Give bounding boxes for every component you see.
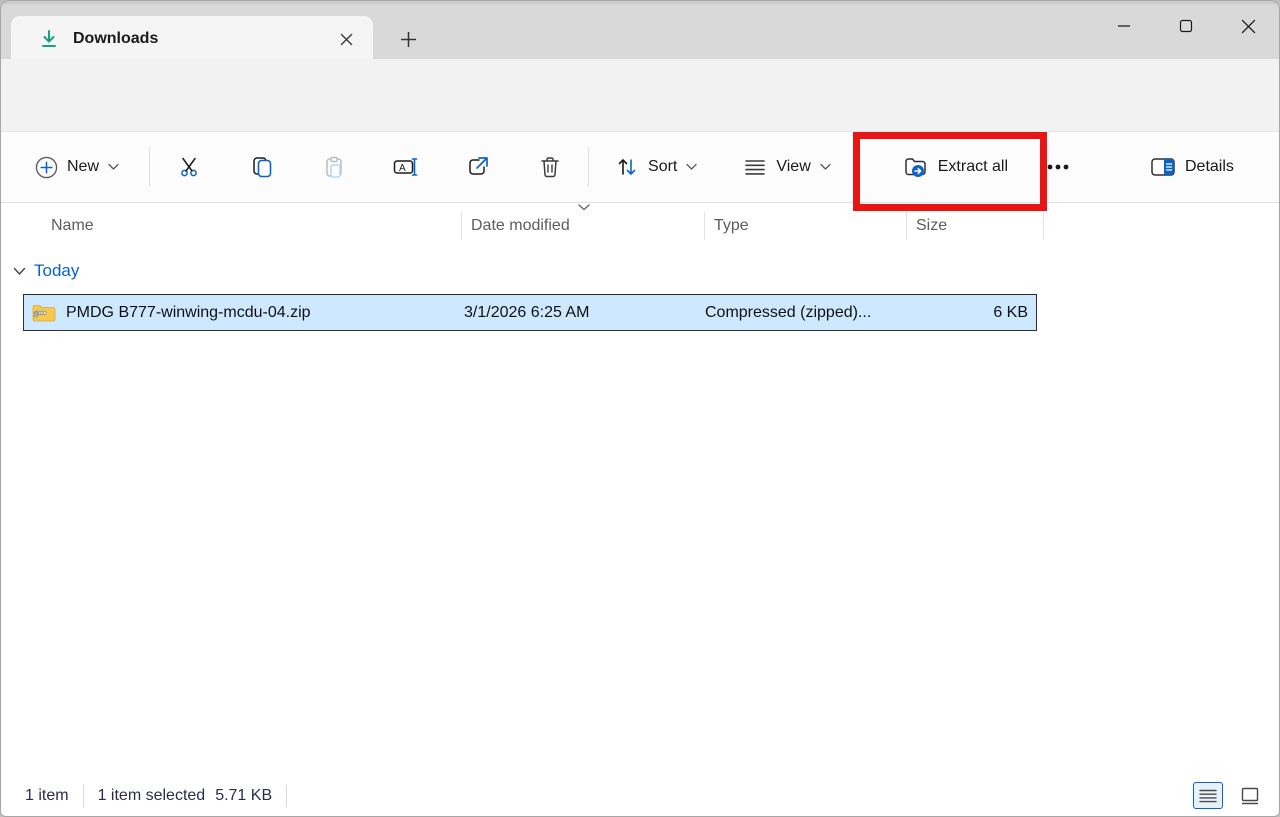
title-bar: Downloads [1, 1, 1279, 59]
delete-button[interactable] [526, 143, 574, 191]
sort-icon [615, 155, 639, 179]
extract-all-button-label: Extract all [938, 158, 1008, 176]
view-list-icon [743, 155, 767, 179]
see-more-button[interactable] [1034, 143, 1082, 191]
column-header-type[interactable]: Type [714, 203, 749, 249]
column-header-date-modified[interactable]: Date modified [471, 203, 570, 249]
chevron-down-icon [108, 163, 119, 171]
view-button-label: View [776, 158, 810, 176]
group-header-today[interactable]: Today [13, 261, 79, 281]
sort-button-label: Sort [648, 158, 677, 176]
file-date-modified: 3/1/2026 6:25 AM [462, 304, 705, 322]
rename-button[interactable]: A [382, 143, 430, 191]
chevron-down-icon[interactable] [13, 267, 26, 276]
toolbar-divider [149, 147, 150, 187]
svg-text:A: A [399, 163, 406, 174]
selection-count: 1 item selected [98, 787, 206, 805]
plus-circle-icon [35, 156, 58, 179]
status-bar: 1 item 1 item selected 5.71 KB [1, 776, 1279, 816]
file-list: Today PMDG B777-winwing-mcdu-04.zip 3/1/… [1, 249, 1279, 779]
download-icon [39, 29, 59, 49]
maximize-button[interactable] [1155, 4, 1217, 48]
column-divider[interactable] [906, 212, 907, 240]
details-pane-icon [1150, 156, 1176, 178]
large-icons-view-toggle[interactable] [1235, 782, 1265, 809]
file-name: PMDG B777-winwing-mcdu-04.zip [66, 304, 311, 322]
group-label[interactable]: Today [34, 261, 79, 281]
window-caption-controls [1093, 4, 1279, 48]
column-header-row: Name Date modified Type Size [1, 203, 1279, 249]
tab-close-button[interactable] [331, 24, 361, 54]
file-type: Compressed (zipped)... [705, 304, 907, 322]
file-size: 6 KB [907, 304, 1036, 322]
extract-all-folder-icon [903, 155, 929, 179]
column-divider[interactable] [1043, 212, 1044, 240]
share-button[interactable] [454, 143, 502, 191]
new-tab-button[interactable] [389, 22, 427, 56]
navigation-bar: Downloads [1, 59, 1279, 131]
column-divider[interactable] [461, 212, 462, 240]
details-view-toggle[interactable] [1193, 782, 1223, 809]
paste-button[interactable] [310, 143, 358, 191]
command-toolbar: New A Sort [1, 131, 1279, 203]
close-window-button[interactable] [1217, 4, 1279, 48]
column-header-name[interactable]: Name [51, 203, 94, 249]
status-divider [286, 785, 287, 807]
toolbar-divider [588, 147, 589, 187]
tab-downloads[interactable]: Downloads [11, 16, 373, 62]
copy-button[interactable] [238, 143, 286, 191]
minimize-button[interactable] [1093, 4, 1155, 48]
sort-ascending-indicator-icon [577, 203, 591, 212]
selection-size: 5.71 KB [215, 787, 272, 805]
new-button-label: New [67, 158, 99, 176]
column-header-size[interactable]: Size [916, 203, 947, 249]
chevron-down-icon [820, 163, 831, 171]
view-button[interactable]: View [731, 143, 842, 191]
file-explorer-window: Downloads [0, 0, 1280, 817]
details-button[interactable]: Details [1138, 143, 1246, 191]
new-button[interactable]: New [23, 143, 131, 191]
zip-folder-icon [32, 303, 56, 323]
sort-button[interactable]: Sort [603, 143, 709, 191]
column-divider[interactable] [704, 212, 705, 240]
item-count: 1 item [25, 787, 69, 805]
file-row-selected[interactable]: PMDG B777-winwing-mcdu-04.zip 3/1/2026 6… [23, 294, 1037, 331]
chevron-down-icon [686, 163, 697, 171]
view-toggle-group [1193, 782, 1265, 809]
tab-title: Downloads [73, 30, 331, 48]
details-button-label: Details [1185, 158, 1234, 176]
extract-all-button[interactable]: Extract all [891, 143, 1020, 191]
status-divider [83, 785, 84, 807]
cut-button[interactable] [166, 143, 214, 191]
